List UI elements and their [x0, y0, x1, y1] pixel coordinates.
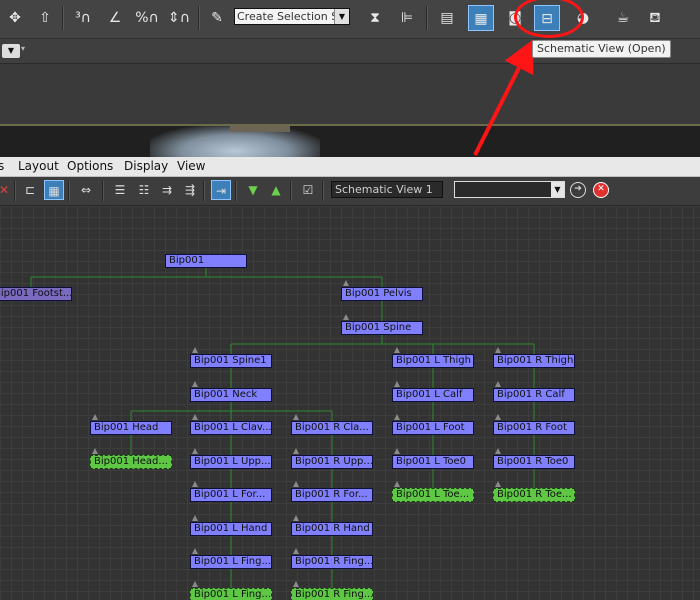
hierarchy-links [30, 268, 535, 588]
node-caret-icon [495, 448, 501, 454]
node-caret-icon [192, 481, 198, 487]
synchronize-selection-icon[interactable]: ⇥ [211, 180, 231, 200]
schematic-node-bip001[interactable]: Bip001 [165, 254, 247, 268]
schematic-node-lforearm[interactable]: Bip001 L For... [190, 488, 272, 502]
schematic-view-window: s Layout Options Display View ✕ ⊏ ▦ ⇔ ☰ … [0, 157, 700, 600]
toolbar-separator [235, 181, 237, 201]
node-caret-icon [394, 414, 400, 420]
menu-options[interactable]: Options [67, 159, 113, 173]
schematic-node-pelvis[interactable]: Bip001 Pelvis [341, 287, 423, 301]
node-caret-icon [293, 515, 299, 521]
schematic-node-rfinger[interactable]: Bip001 R Fing... [291, 555, 373, 569]
go-arrow-icon[interactable]: ➔ [570, 182, 586, 198]
schematic-node-lfinger[interactable]: Bip001 L Fing... [190, 555, 272, 569]
schematic-node-lfingernub[interactable]: Bip001 L Fing... [190, 588, 272, 600]
node-caret-icon [394, 381, 400, 387]
schematic-node-lthigh[interactable]: Bip001 L Thigh [392, 354, 474, 368]
select-all-icon[interactable]: ☰ [110, 180, 130, 200]
schematic-node-ltoenub[interactable]: Bip001 L Toe... [392, 488, 474, 502]
schematic-node-rfoot[interactable]: Bip001 R Foot [493, 421, 575, 435]
schematic-node-spine1[interactable]: Bip001 Spine1 [190, 354, 272, 368]
node-caret-icon [192, 548, 198, 554]
schematic-node-rhand[interactable]: Bip001 R Hand [291, 522, 373, 536]
schematic-node-lhand[interactable]: Bip001 L Hand [190, 522, 272, 536]
schematic-node-lcalf[interactable]: Bip001 L Calf [392, 388, 474, 402]
schematic-view-name-field[interactable]: Schematic View 1 [331, 181, 443, 198]
connect-icon[interactable]: ⇔ [76, 180, 96, 200]
schematic-node-ruparm[interactable]: Bip001 R Upp... [291, 455, 373, 469]
node-caret-icon [192, 581, 198, 587]
node-caret-icon [293, 548, 299, 554]
node-caret-icon [495, 381, 501, 387]
menu-display[interactable]: Display [124, 159, 168, 173]
node-caret-icon [293, 414, 299, 420]
schematic-node-lfoot[interactable]: Bip001 L Foot [392, 421, 474, 435]
collapse-icon[interactable]: ▲ [266, 180, 286, 200]
node-caret-icon [293, 448, 299, 454]
schematic-node-ltoe0[interactable]: Bip001 L Toe0 [392, 455, 474, 469]
delete-icon[interactable]: ✕ [0, 180, 14, 200]
schematic-node-rforearm[interactable]: Bip001 R For... [291, 488, 373, 502]
node-caret-icon [293, 481, 299, 487]
select-none-icon[interactable]: ☷ [134, 180, 154, 200]
node-caret-icon [495, 414, 501, 420]
toolbar-separator [14, 181, 16, 201]
schematic-view-tooltip: Schematic View (Open) [532, 40, 671, 58]
schematic-node-spine[interactable]: Bip001 Spine [341, 321, 423, 335]
node-caret-icon [495, 481, 501, 487]
toolbar-separator [290, 181, 292, 201]
node-caret-icon [343, 314, 349, 320]
node-caret-icon [394, 347, 400, 353]
schematic-node-neck[interactable]: Bip001 Neck [190, 388, 272, 402]
toolbar-separator [102, 181, 104, 201]
select-children-icon[interactable]: ⇉ [157, 180, 177, 200]
schematic-node-head[interactable]: Bip001 Head [90, 421, 172, 435]
deselect-children-icon[interactable]: ⇶ [180, 180, 200, 200]
expand-icon[interactable]: ▼ [243, 180, 263, 200]
schematic-node-rtoenub[interactable]: Bip001 R Toe... [493, 488, 575, 502]
references-mode-icon[interactable]: ▦ [44, 180, 64, 200]
toolbar-separator [68, 181, 70, 201]
menu-edit[interactable]: s [0, 159, 4, 173]
schematic-node-luparm[interactable]: Bip001 L Upp... [190, 455, 272, 469]
node-caret-icon [192, 347, 198, 353]
schematic-toolbar: ✕ ⊏ ▦ ⇔ ☰ ☷ ⇉ ⇶ ⇥ ▼ ▲ ☑ Schematic View 1… [0, 177, 700, 206]
node-caret-icon [92, 448, 98, 454]
schematic-node-rfingernub[interactable]: Bip001 R Fing... [291, 588, 373, 600]
menu-layout[interactable]: Layout [18, 159, 59, 173]
schematic-menubar: s Layout Options Display View [0, 157, 700, 177]
node-caret-icon [192, 515, 198, 521]
node-caret-icon [192, 448, 198, 454]
annotation-arrow [473, 39, 534, 156]
node-caret-icon [293, 581, 299, 587]
schematic-node-rcalf[interactable]: Bip001 R Calf [493, 388, 575, 402]
node-caret-icon [394, 481, 400, 487]
schematic-node-headnub[interactable]: Bip001 Head... [90, 455, 172, 469]
toolbar-separator [203, 181, 205, 201]
schematic-node-rtoe0[interactable]: Bip001 R Toe0 [493, 455, 575, 469]
schematic-node-lclav[interactable]: Bip001 L Clav... [190, 421, 272, 435]
chevron-down-icon[interactable]: ▼ [551, 182, 564, 197]
node-caret-icon [343, 280, 349, 286]
hierarchy-mode-icon[interactable]: ⊏ [20, 180, 40, 200]
schematic-node-rthigh[interactable]: Bip001 R Thigh [493, 354, 575, 368]
node-caret-icon [495, 347, 501, 353]
node-caret-icon [394, 448, 400, 454]
preferences-check-icon[interactable]: ☑ [298, 180, 318, 200]
close-icon[interactable]: ✕ [593, 182, 609, 198]
schematic-view-dropdown[interactable]: ▼ [454, 181, 565, 198]
schematic-node-footsteps[interactable]: Bip001 Footst... [0, 287, 72, 301]
schematic-node-rclav[interactable]: Bip001 R Cla... [291, 421, 373, 435]
schematic-graph[interactable]: Bip001 Bip001 Footst... Bip001 Pelvis Bip00… [0, 206, 700, 600]
node-caret-icon [92, 414, 98, 420]
toolbar-separator [322, 181, 324, 201]
node-caret-icon [192, 381, 198, 387]
node-caret-icon [192, 414, 198, 420]
menu-view[interactable]: View [177, 159, 205, 173]
